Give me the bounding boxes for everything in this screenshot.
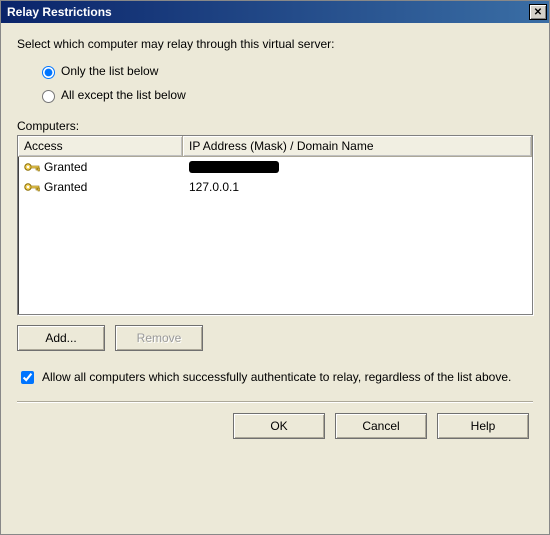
titlebar: Relay Restrictions ✕ bbox=[1, 1, 549, 23]
radio-all-except-label: All except the list below bbox=[61, 88, 186, 102]
listview-header: Access IP Address (Mask) / Domain Name bbox=[18, 136, 532, 157]
close-button[interactable]: ✕ bbox=[529, 4, 547, 20]
cell-ip bbox=[183, 161, 532, 173]
cell-access: Granted bbox=[18, 180, 183, 194]
cell-ip: 127.0.0.1 bbox=[183, 180, 532, 194]
help-button[interactable]: Help bbox=[437, 413, 529, 439]
add-button[interactable]: Add... bbox=[17, 325, 105, 351]
computers-label: Computers: bbox=[17, 119, 533, 133]
allow-auth-checkbox[interactable] bbox=[21, 371, 34, 384]
remove-button: Remove bbox=[115, 325, 203, 351]
dialog-footer: OK Cancel Help bbox=[17, 413, 533, 445]
list-buttons-row: Add... Remove bbox=[17, 325, 533, 351]
radio-only-list-below[interactable]: Only the list below bbox=[37, 63, 533, 79]
close-icon: ✕ bbox=[534, 7, 542, 18]
ok-button[interactable]: OK bbox=[233, 413, 325, 439]
ip-value: 127.0.0.1 bbox=[189, 180, 239, 194]
column-header-access[interactable]: Access bbox=[18, 136, 183, 156]
redacted-ip bbox=[189, 161, 279, 173]
table-row[interactable]: Granted 127.0.0.1 bbox=[18, 177, 532, 197]
column-header-ip[interactable]: IP Address (Mask) / Domain Name bbox=[183, 136, 532, 156]
dialog-content: Select which computer may relay through … bbox=[1, 23, 549, 534]
cell-access: Granted bbox=[18, 160, 183, 174]
window-title: Relay Restrictions bbox=[7, 5, 112, 19]
separator bbox=[17, 401, 533, 403]
instruction-text: Select which computer may relay through … bbox=[17, 37, 533, 51]
computers-listview[interactable]: Access IP Address (Mask) / Domain Name G… bbox=[17, 135, 533, 315]
radio-all-except[interactable]: All except the list below bbox=[37, 87, 533, 103]
radio-all-except-input[interactable] bbox=[42, 90, 55, 103]
key-icon bbox=[24, 161, 40, 173]
radio-only-list-below-label: Only the list below bbox=[61, 64, 158, 78]
table-row[interactable]: Granted bbox=[18, 157, 532, 177]
allow-auth-label: Allow all computers which successfully a… bbox=[42, 369, 511, 386]
cancel-button[interactable]: Cancel bbox=[335, 413, 427, 439]
listview-body: Granted Granted 127.0.0.1 bbox=[18, 157, 532, 314]
access-value: Granted bbox=[44, 160, 87, 174]
radio-only-list-below-input[interactable] bbox=[42, 66, 55, 79]
access-value: Granted bbox=[44, 180, 87, 194]
allow-auth-checkbox-row[interactable]: Allow all computers which successfully a… bbox=[17, 369, 533, 387]
relay-restrictions-dialog: Relay Restrictions ✕ Select which comput… bbox=[0, 0, 550, 535]
key-icon bbox=[24, 181, 40, 193]
